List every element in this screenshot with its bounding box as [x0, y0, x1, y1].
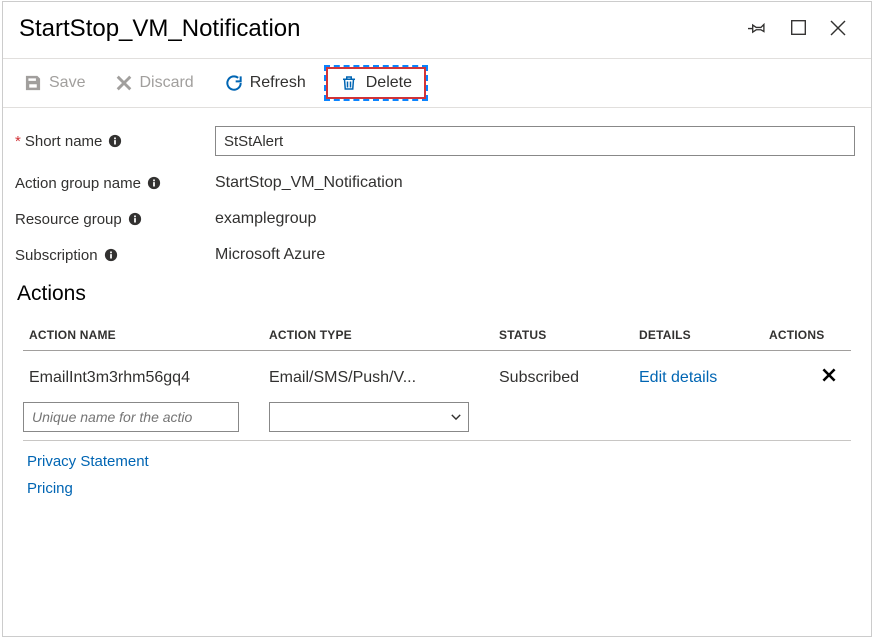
- resource-group-row: Resource group examplegroup: [15, 210, 859, 228]
- actions-heading: Actions: [17, 282, 859, 306]
- th-details: DETAILS: [633, 320, 763, 350]
- save-button: Save: [11, 65, 97, 101]
- remove-action-button[interactable]: [763, 351, 843, 402]
- new-action-name-input[interactable]: [23, 402, 239, 432]
- delete-button-highlight: Delete: [324, 65, 428, 101]
- pin-button[interactable]: [741, 12, 775, 46]
- maximize-button[interactable]: [781, 12, 815, 46]
- subscription-row: Subscription Microsoft Azure: [15, 246, 859, 264]
- action-group-name-row: Action group name StartStop_VM_Notificat…: [15, 174, 859, 192]
- save-icon: [23, 73, 43, 93]
- actions-table: ACTION NAME ACTION TYPE STATUS DETAILS A…: [23, 320, 851, 497]
- chevron-down-icon: [448, 410, 464, 424]
- info-icon[interactable]: [147, 176, 161, 190]
- toolbar: Save Discard Refresh: [3, 58, 871, 108]
- delete-button[interactable]: Delete: [328, 69, 424, 97]
- save-label: Save: [49, 74, 85, 92]
- blade-header: StartStop_VM_Notification: [3, 2, 871, 58]
- discard-icon: [115, 74, 133, 92]
- subscription-label: Subscription: [15, 247, 215, 264]
- footer-links: Privacy Statement Pricing: [27, 453, 847, 497]
- content-area: *Short name Action group name StartStop_…: [3, 108, 871, 517]
- subscription-value: Microsoft Azure: [215, 246, 325, 264]
- pin-icon: [748, 18, 768, 41]
- close-icon: [828, 18, 848, 41]
- discard-button: Discard: [103, 66, 205, 100]
- info-icon[interactable]: [104, 248, 118, 262]
- new-action-type-select[interactable]: [269, 402, 469, 432]
- short-name-row: *Short name: [15, 126, 859, 156]
- blade-root: StartStop_VM_Notification: [2, 1, 872, 637]
- remove-icon: [821, 370, 837, 387]
- info-icon[interactable]: [108, 134, 122, 148]
- resource-group-label: Resource group: [15, 211, 215, 228]
- short-name-input[interactable]: [215, 126, 855, 156]
- cell-action-name: EmailInt3m3rhm56gq4: [23, 353, 263, 401]
- refresh-icon: [224, 73, 244, 93]
- table-header: ACTION NAME ACTION TYPE STATUS DETAILS A…: [23, 320, 851, 351]
- action-group-name-label: Action group name: [15, 175, 215, 192]
- cell-action-type: Email/SMS/Push/V...: [263, 353, 493, 401]
- edit-details-link[interactable]: Edit details: [633, 353, 763, 401]
- info-icon[interactable]: [128, 212, 142, 226]
- th-actions: ACTIONS: [763, 320, 843, 350]
- pricing-link[interactable]: Pricing: [27, 480, 847, 497]
- refresh-button[interactable]: Refresh: [212, 65, 318, 101]
- trash-icon: [340, 73, 358, 93]
- th-action-type: ACTION TYPE: [263, 320, 493, 350]
- required-asterisk: *: [15, 133, 21, 150]
- th-status: STATUS: [493, 320, 633, 350]
- discard-label: Discard: [139, 74, 193, 92]
- action-group-name-value: StartStop_VM_Notification: [215, 174, 403, 192]
- square-icon: [790, 19, 807, 39]
- table-row: EmailInt3m3rhm56gq4 Email/SMS/Push/V... …: [23, 351, 851, 402]
- new-action-row: [23, 402, 851, 441]
- short-name-label: *Short name: [15, 133, 215, 150]
- th-action-name: ACTION NAME: [23, 320, 263, 350]
- cell-status: Subscribed: [493, 353, 633, 401]
- resource-group-value: examplegroup: [215, 210, 316, 228]
- delete-label: Delete: [366, 74, 412, 92]
- blade-title: StartStop_VM_Notification: [19, 15, 735, 43]
- refresh-label: Refresh: [250, 74, 306, 92]
- close-button[interactable]: [821, 12, 855, 46]
- privacy-statement-link[interactable]: Privacy Statement: [27, 453, 847, 470]
